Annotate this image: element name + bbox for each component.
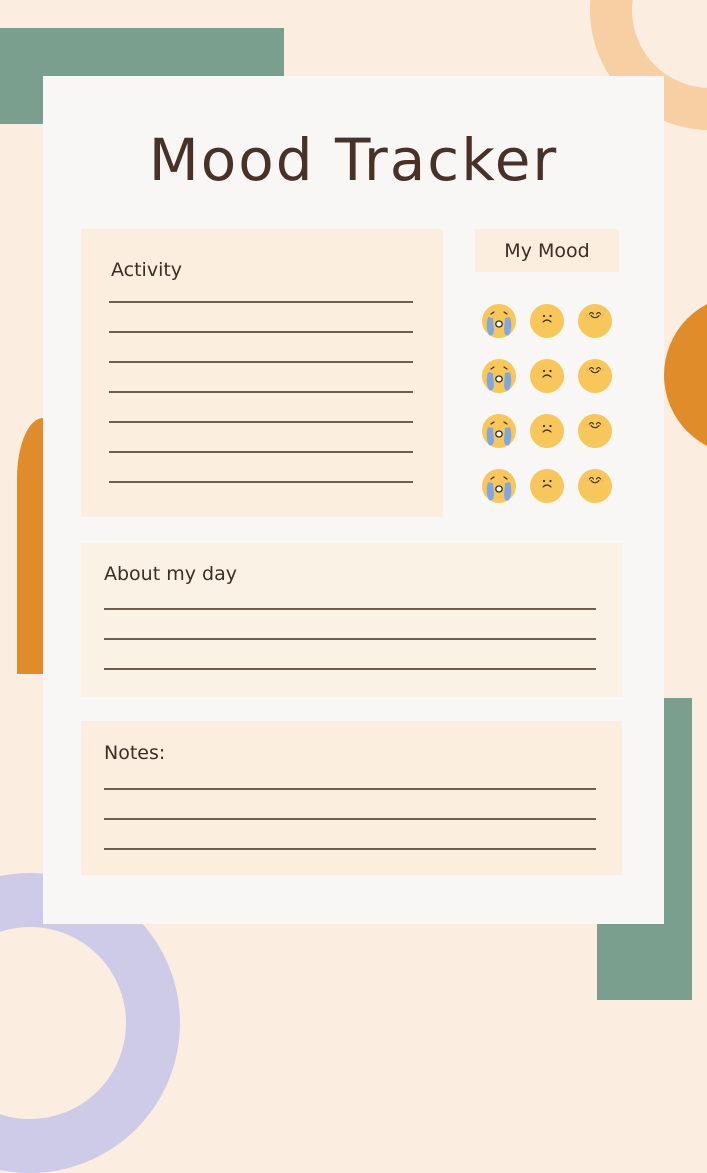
crying-face-icon[interactable]	[481, 468, 517, 504]
about-my-day-label: About my day	[104, 563, 237, 585]
decor-green-block-bottom	[597, 924, 692, 1000]
writing-line[interactable]	[104, 638, 596, 640]
writing-line[interactable]	[104, 788, 596, 790]
decor-orange-half-circle-right	[664, 295, 707, 455]
tracker-sheet: Mood Tracker Activity My Mood About my d…	[43, 76, 664, 924]
writing-line[interactable]	[109, 451, 413, 453]
activity-panel: Activity	[81, 229, 443, 517]
notes-label: Notes:	[104, 742, 166, 764]
crying-face-icon[interactable]	[481, 413, 517, 449]
writing-line[interactable]	[104, 848, 596, 850]
happy-face-icon[interactable]	[577, 358, 613, 394]
sad-face-icon[interactable]	[529, 413, 565, 449]
sad-face-icon[interactable]	[529, 303, 565, 339]
writing-line[interactable]	[109, 331, 413, 333]
writing-line[interactable]	[109, 421, 413, 423]
writing-line[interactable]	[104, 608, 596, 610]
writing-line[interactable]	[104, 668, 596, 670]
writing-line[interactable]	[109, 481, 413, 483]
writing-line[interactable]	[109, 301, 413, 303]
writing-line[interactable]	[109, 361, 413, 363]
about-my-day-panel: About my day	[81, 543, 622, 697]
happy-face-icon[interactable]	[577, 468, 613, 504]
decor-orange-arch-left	[17, 418, 43, 674]
sad-face-icon[interactable]	[529, 358, 565, 394]
my-mood-header: My Mood	[475, 229, 619, 272]
writing-line[interactable]	[109, 391, 413, 393]
activity-label: Activity	[111, 259, 183, 281]
writing-line[interactable]	[104, 818, 596, 820]
page-title: Mood Tracker	[148, 126, 559, 194]
crying-face-icon[interactable]	[481, 303, 517, 339]
sad-face-icon[interactable]	[529, 468, 565, 504]
happy-face-icon[interactable]	[577, 303, 613, 339]
crying-face-icon[interactable]	[481, 358, 517, 394]
my-mood-label: My Mood	[504, 239, 590, 262]
notes-panel: Notes:	[81, 721, 622, 875]
happy-face-icon[interactable]	[577, 413, 613, 449]
